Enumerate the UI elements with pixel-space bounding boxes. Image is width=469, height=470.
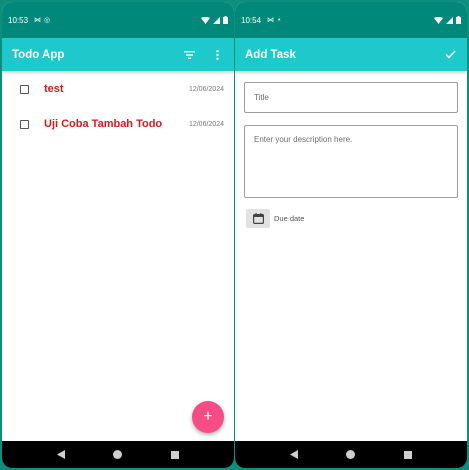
app-bar: Add Task (235, 38, 467, 71)
wifi-icon (434, 16, 443, 24)
description-field[interactable] (244, 125, 458, 198)
todo-title: test (44, 83, 64, 95)
mail-icon: ⋈ (34, 17, 42, 24)
add-todo-button[interactable]: + (192, 401, 224, 433)
status-bar: 10:54 ⋈ • (235, 2, 467, 38)
wifi-icon (201, 16, 210, 24)
dot-icon: • (278, 16, 281, 24)
recents-icon[interactable] (167, 447, 183, 463)
calendar-button[interactable] (246, 209, 270, 228)
home-icon[interactable] (343, 447, 359, 463)
screen-title: Add Task (245, 48, 296, 61)
todo-title: Uji Coba Tambah Todo (44, 118, 163, 130)
title-field[interactable] (244, 82, 458, 113)
todo-checkbox[interactable] (20, 119, 29, 129)
back-icon[interactable] (53, 447, 69, 463)
signal-icon (446, 16, 453, 24)
mail-icon: ⋈ (267, 17, 275, 24)
title-input[interactable] (245, 83, 457, 112)
system-nav-bar (235, 441, 467, 468)
due-date-label: Due date (274, 214, 305, 223)
todo-date: 12/06/2024 (188, 85, 224, 93)
filter-icon[interactable] (182, 48, 196, 62)
todo-item[interactable]: Uji Coba Tambah Todo 12/06/2024 (2, 107, 234, 141)
system-nav-bar (2, 441, 234, 468)
app-title: Todo App (12, 48, 65, 61)
status-bar: 10:53 ⋈ ◎ (2, 2, 234, 38)
plus-icon: + (203, 408, 213, 425)
status-time: 10:53 (8, 15, 29, 25)
battery-icon (456, 16, 461, 24)
battery-icon (223, 16, 228, 24)
sync-icon: ◎ (44, 17, 51, 24)
check-icon[interactable] (443, 48, 457, 62)
home-icon[interactable] (110, 447, 126, 463)
todo-date: 12/06/2024 (188, 120, 224, 128)
calendar-icon (252, 213, 264, 224)
back-icon[interactable] (286, 447, 302, 463)
signal-icon (213, 16, 220, 24)
todo-item[interactable]: test 12/06/2024 (2, 72, 234, 106)
todo-checkbox[interactable] (20, 84, 29, 94)
status-time: 10:54 (241, 15, 262, 25)
recents-icon[interactable] (400, 447, 416, 463)
add-task-screen: 10:54 ⋈ • Add Task Due (235, 2, 467, 468)
more-vert-icon[interactable] (210, 48, 224, 62)
todo-list-screen: 10:53 ⋈ ◎ Todo App test 12/06/2024 Uji C… (2, 2, 234, 468)
app-bar: Todo App (2, 38, 234, 71)
description-input[interactable] (245, 126, 457, 197)
due-date-row: Due date (246, 209, 304, 228)
